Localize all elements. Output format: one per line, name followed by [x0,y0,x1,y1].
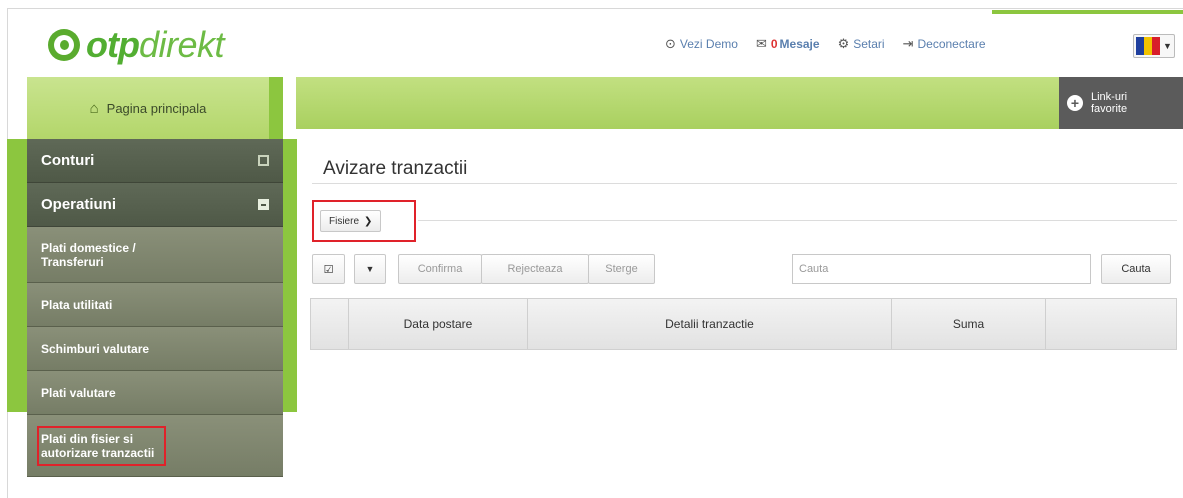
envelope-icon: ✉ [755,36,767,51]
confirm-button[interactable]: Confirma [398,254,482,284]
logo-text-otp: otp [86,24,140,65]
column-header-data-postare[interactable]: Data postare [349,299,528,349]
files-highlight-box: Fisiere ❯ [312,200,416,242]
logout-link[interactable]: ⇥ Deconectare [903,36,986,52]
sidebar-item-plati-valutare[interactable]: Plati valutare [27,371,283,415]
column-label: Suma [952,317,985,331]
otp-logo-icon [48,29,80,61]
favorite-links-button[interactable]: + Link-uri favorite [1059,77,1183,129]
search-button[interactable]: Cauta [1101,254,1171,284]
sidebar-item-label: Plati domestice / Transferuri [41,241,136,269]
settings-link[interactable]: ⚙ Setari [838,36,885,52]
reject-label: Rejecteaza [507,263,563,275]
label-line-2: favorite [1091,103,1128,115]
search-button-label: Cauta [1121,263,1151,275]
otp-logo[interactable]: otp direkt [48,22,225,68]
sidebar-section-operatiuni[interactable]: Operatiuni [27,183,283,227]
checkbox-check-icon: ☑ [323,263,334,276]
select-dropdown-button[interactable]: ▼ [354,254,386,284]
files-label: Fisiere [329,215,360,227]
search-input[interactable]: Cauta [792,254,1091,284]
sidebar-menu: Conturi Operatiuni Plati domestice / Tra… [27,139,283,477]
column-header-select[interactable] [311,299,349,349]
delete-button[interactable]: Sterge [588,254,655,284]
files-dropdown-button[interactable]: Fisiere ❯ [320,210,382,232]
language-selector[interactable]: ▼ [1133,34,1175,58]
sidebar-item-label: Schimburi valutare [41,341,150,356]
column-header-suma[interactable]: Suma [892,299,1046,349]
section-label: Operatiuni [41,196,117,213]
main-header-bar [296,77,1059,129]
label-line-1: Plati din fisier si [41,431,134,446]
chevron-down-icon: ▼ [1163,41,1172,51]
messages-count: 0 [770,37,778,51]
section-label: Conturi [41,152,95,169]
sidebar-item-plata-utilitati[interactable]: Plata utilitati [27,283,283,327]
play-circle-icon: ⊙ [665,36,676,51]
home-icon: ⌂ [89,99,99,117]
sidebar-item-label-highlighted: Plati din fisier si autorizare tranzacti… [37,425,167,466]
column-label: Detalii tranzactie [665,317,754,331]
search-placeholder: Cauta [799,263,829,275]
delete-label: Sterge [605,263,638,275]
collapse-icon [258,199,269,210]
sidebar-item-schimburi-valutare[interactable]: Schimburi valutare [27,327,283,371]
home-label: Pagina principala [106,100,207,116]
gear-icon: ⚙ [837,36,850,51]
home-link[interactable]: ⌂ Pagina principala [27,77,283,139]
reject-button[interactable]: Rejecteaza [481,254,589,284]
demo-label: Vezi Demo [679,37,738,51]
transactions-table-header: Data postare Detalii tranzactie Suma [310,298,1177,350]
logout-icon: ⇥ [902,36,914,51]
page-title: Avizare tranzactii [323,158,468,179]
column-header-actions[interactable] [1046,299,1176,349]
confirm-label: Confirma [417,263,463,275]
plus-circle-icon: + [1067,95,1083,111]
chevron-down-icon: ❯ [364,215,373,227]
files-divider [418,220,1177,221]
flag-stripe-blue [1136,37,1144,55]
column-label: Data postare [403,317,473,331]
sidebar-item-plati-din-fisier[interactable]: Plati din fisier si autorizare tranzacti… [27,415,283,477]
column-header-detalii-tranzactie[interactable]: Detalii tranzactie [528,299,892,349]
label-line-2: Transferuri [41,254,104,269]
messages-link[interactable]: ✉ 0 Mesaje [756,36,820,52]
flag-stripe-yellow [1144,37,1152,55]
sidebar-section-conturi[interactable]: Conturi [27,139,283,183]
top-accent-bar [992,10,1183,14]
select-all-checkbox-button[interactable]: ☑ [312,254,345,284]
favorite-links-label: Link-uri favorite [1091,91,1127,115]
title-divider [312,183,1177,184]
settings-label: Setari [853,37,885,51]
sidebar-item-plati-domestice[interactable]: Plati domestice / Transferuri [27,227,283,283]
label-line-1: Plati domestice / [41,240,136,255]
logout-label: Deconectare [917,37,986,51]
demo-link[interactable]: ⊙ Vezi Demo [665,36,738,52]
expand-icon [258,155,269,166]
logo-text-direkt: direkt [138,24,225,65]
label-line-2: autorizare tranzactii [41,445,155,460]
top-navigation: ⊙ Vezi Demo ✉ 0 Mesaje ⚙ Setari ⇥ Decone… [665,36,1004,52]
label-line-1: Link-uri [1091,91,1128,103]
messages-label: Mesaje [779,37,820,51]
flag-stripe-red [1152,37,1160,55]
caret-down-icon: ▼ [365,264,375,274]
sidebar-item-label: Plata utilitati [41,297,113,312]
sidebar-item-label: Plati valutare [41,385,116,400]
